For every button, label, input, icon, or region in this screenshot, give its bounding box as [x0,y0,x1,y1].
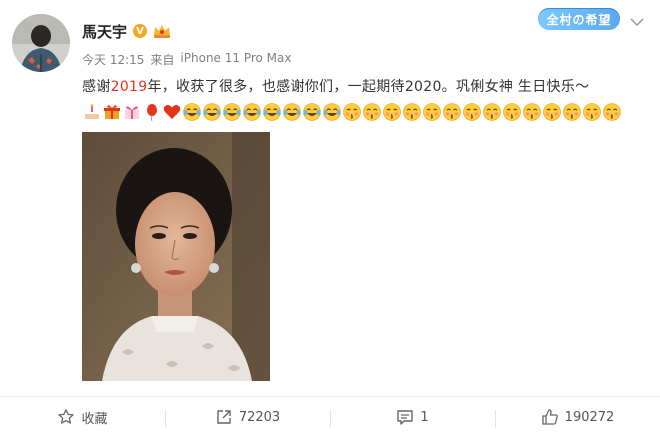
kiss-emoji [363,103,381,121]
kiss-emoji [543,103,561,121]
repost-button[interactable]: 72203 [165,408,330,428]
action-bar: 收藏 72203 1 190272 [0,396,660,437]
kiss-emoji [343,103,361,121]
kiss-emoji [503,103,521,121]
laugh-tears-emoji [263,103,281,121]
comment-button[interactable]: 1 [330,408,495,428]
kiss-emoji [383,103,401,121]
kiss-emoji [423,103,441,121]
laugh-tears-emoji [223,103,241,121]
kiss-emoji [403,103,421,121]
post-text-start: 感谢 [82,79,111,95]
gift-emoji [104,105,120,119]
like-count: 190272 [564,409,615,425]
repost-icon [217,410,231,424]
ribbon-gift-emoji [125,106,139,119]
kiss-emoji [443,103,461,121]
favorite-label: 收藏 [81,411,108,427]
star-icon [58,409,75,424]
author-row: 馬天宇 V [82,20,171,42]
heart-emoji [163,105,181,119]
repost-count: 72203 [238,409,281,425]
chevron-down-icon[interactable] [630,18,644,26]
cake-emoji [85,104,99,119]
verified-icon: V [133,24,148,38]
post-meta: 今天 12:15 来自 iPhone 11 Pro Max [82,51,292,68]
kiss-emoji [603,103,621,121]
comment-count: 1 [420,409,429,425]
source-prefix: 来自 [150,53,175,67]
author-name[interactable]: 馬天宇 [82,21,127,42]
post-text-rest: 年，收获了很多，也感谢你们，一起期待2020。巩俐女神 生日快乐～ [147,79,590,95]
kiss-emoji [483,103,501,121]
laugh-tears-emoji [303,103,321,121]
laugh-tears-emoji [203,103,221,121]
laugh-tears-emoji [323,103,341,121]
laugh-tears-emoji [283,103,301,121]
post-text-highlight: 2019 [110,79,148,95]
avatar[interactable] [12,14,70,72]
balloon-emoji [147,104,157,122]
comment-icon [397,410,414,425]
laugh-tears-emoji [183,103,201,121]
post-source: iPhone 11 Pro Max [180,51,292,65]
thumbs-up-icon [542,409,558,425]
avatar-image [12,14,70,72]
kiss-emoji [463,103,481,121]
kiss-emoji [523,103,541,121]
favorite-button[interactable]: 收藏 [0,408,165,427]
brand-logo: 全村の希望 [538,8,620,30]
post-image[interactable] [82,132,270,381]
like-button[interactable]: 190272 [495,408,660,428]
kiss-emoji [563,103,581,121]
post-time[interactable]: 今天 12:15 [82,51,144,68]
portrait-image [82,132,270,381]
laugh-tears-emoji [243,103,261,121]
emoji-row [82,101,622,123]
kiss-emoji [583,103,601,121]
post-text: 感谢2019年，收获了很多，也感谢你们，一起期待2020。巩俐女神 生日快乐～ [82,76,589,96]
member-crown-icon[interactable] [153,23,171,39]
